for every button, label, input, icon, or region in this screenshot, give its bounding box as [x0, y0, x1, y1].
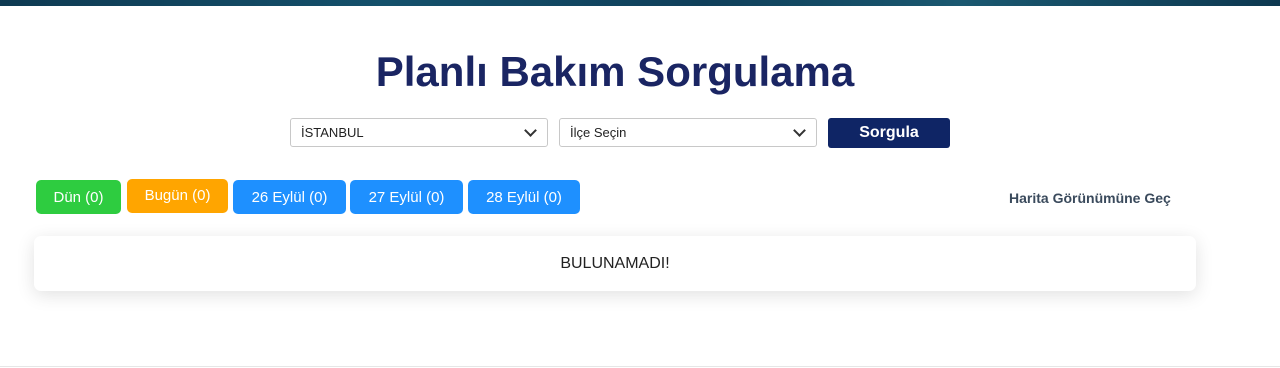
divider [0, 366, 1280, 367]
tab-today[interactable]: Bugün (0) [127, 179, 228, 213]
city-select-value: İSTANBUL [301, 125, 364, 140]
top-banner [0, 0, 1280, 6]
tab-sep-27[interactable]: 27 Eylül (0) [350, 180, 463, 214]
district-select[interactable]: İlçe Seçin [559, 118, 817, 147]
page-title: Planlı Bakım Sorgulama [375, 48, 855, 95]
result-card: BULUNAMADI! [34, 236, 1196, 291]
query-button[interactable]: Sorgula [828, 118, 950, 148]
tab-sep-26[interactable]: 26 Eylül (0) [233, 180, 346, 214]
chevron-down-icon [524, 124, 537, 137]
result-message: BULUNAMADI! [560, 254, 670, 272]
map-view-link[interactable]: Harita Görünümüne Geç [1009, 190, 1171, 206]
tab-yesterday[interactable]: Dün (0) [36, 180, 121, 214]
chevron-down-icon [793, 124, 806, 137]
tab-sep-28[interactable]: 28 Eylül (0) [468, 180, 580, 214]
district-select-value: İlçe Seçin [570, 125, 627, 140]
city-select[interactable]: İSTANBUL [290, 118, 548, 147]
